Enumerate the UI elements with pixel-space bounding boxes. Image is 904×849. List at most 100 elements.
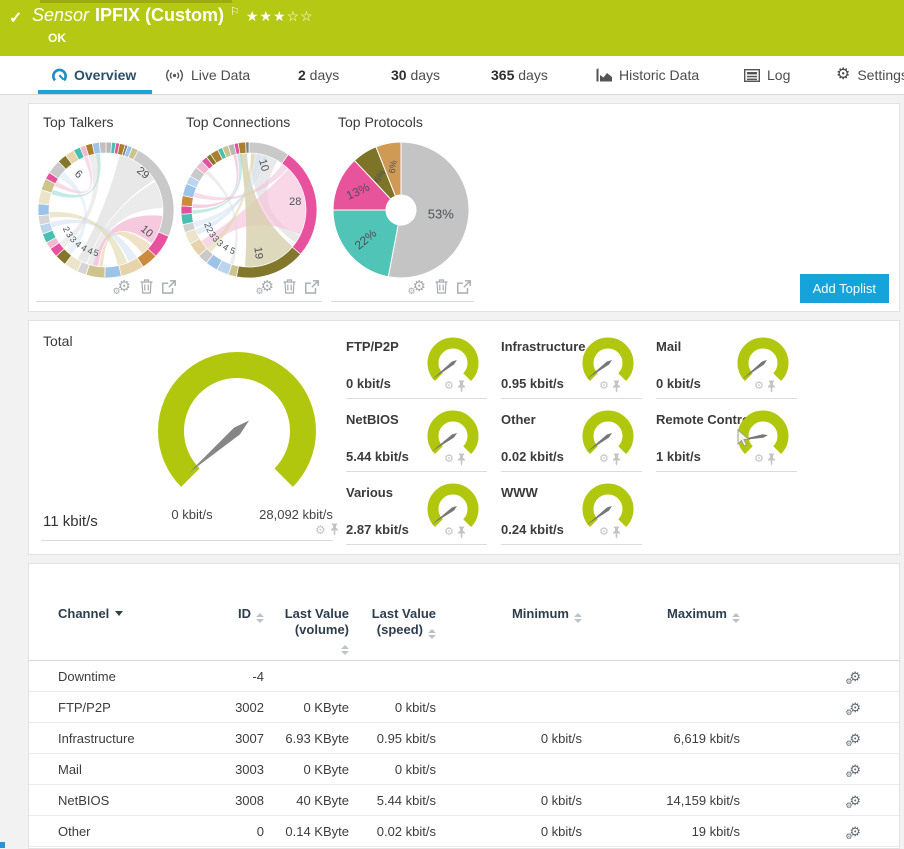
gauge-pin-icon[interactable] — [457, 526, 466, 539]
channel-gauge-tile-other: Other 0.02 kbit/s ⚙ — [501, 406, 642, 472]
gauge-settings-icon[interactable]: ⚙ — [444, 381, 454, 392]
tab-label: Settings — [857, 67, 904, 83]
tab-log[interactable]: Log — [744, 56, 790, 94]
channel-gauge-actions: ⚙ — [754, 380, 776, 393]
gauge-icon — [52, 68, 67, 82]
toplist-settings-icon[interactable]: ⚙ ⚙ — [256, 279, 274, 296]
channel-name: FTP/P2P — [346, 339, 399, 354]
gauge-pin-icon[interactable] — [457, 380, 466, 393]
channel-name: Other — [501, 412, 536, 427]
column-header-minimum[interactable]: Minimum — [436, 606, 582, 660]
gauge-pin-icon[interactable] — [330, 523, 339, 536]
gauge-pin-icon[interactable] — [612, 380, 621, 393]
svg-text:19: 19 — [251, 246, 264, 260]
toplist-tile-top-connections: Top Connections 10 28 19 5 4 3 3 3 2 2 ⚙ ⚙ — [179, 114, 322, 302]
tab-label: Overview — [74, 67, 137, 83]
open-external-icon[interactable] — [162, 279, 176, 294]
log-icon — [744, 68, 760, 82]
gauge-settings-icon[interactable]: ⚙ — [444, 454, 454, 465]
channel-gauge-tile-remote-control: Remote Control 1 kbit/s ⚙ — [656, 406, 797, 472]
toplist-actions: ⚙ ⚙ — [408, 279, 471, 296]
cell-id: 3007 — [235, 730, 264, 746]
tab-settings[interactable]: ⚙ Settings — [836, 56, 904, 94]
gauge-settings-icon[interactable]: ⚙ — [754, 454, 764, 465]
tab-live-data[interactable]: Live Data — [165, 56, 250, 94]
priority-stars[interactable]: ★★★☆☆ — [246, 8, 314, 25]
trash-icon[interactable] — [435, 279, 448, 294]
tab-days-2[interactable]: 2 days — [298, 56, 339, 94]
add-toplist-button[interactable]: Add Toplist — [799, 274, 889, 303]
tab-label: 30 days — [391, 67, 441, 83]
gauge-settings-icon[interactable]: ⚙ — [599, 381, 609, 392]
gauge-settings-icon[interactable]: ⚙ — [444, 527, 454, 538]
channel-settings-icon[interactable]: ⚙ ⚙ — [845, 669, 861, 686]
cell-minimum: 0 kbit/s — [540, 792, 582, 808]
toplist-settings-icon[interactable]: ⚙ ⚙ — [408, 279, 426, 296]
open-external-icon[interactable] — [457, 279, 471, 294]
column-header-last-value-speed-[interactable]: Last Value (speed) — [349, 606, 436, 660]
column-header-channel[interactable]: Channel — [58, 606, 208, 660]
channel-gauge-actions: ⚙ — [754, 453, 776, 466]
gauge-pin-icon[interactable] — [457, 453, 466, 466]
channel-gauge-actions: ⚙ — [444, 380, 466, 393]
gauge-pin-icon[interactable] — [767, 380, 776, 393]
channel-gauge-tile-mail: Mail 0 kbit/s ⚙ — [656, 333, 797, 399]
tab-historic-data[interactable]: Historic Data — [596, 56, 699, 94]
channels-table-panel: Channel ID Last Value (volume) Last Value (sp… — [28, 563, 900, 849]
total-gauge-value: 11 kbit/s — [43, 513, 98, 530]
open-external-icon[interactable] — [305, 279, 319, 294]
column-header-last-value-volume-[interactable]: Last Value (volume) — [264, 606, 349, 660]
channel-value: 0.95 kbit/s — [501, 376, 564, 391]
top-protocols-chart[interactable]: 53%22%13%6%6% — [331, 140, 471, 280]
cell-maximum: 14,159 kbit/s — [666, 792, 740, 808]
gauge-pin-icon[interactable] — [612, 453, 621, 466]
cell-minimum: 0 kbit/s — [540, 823, 582, 839]
gauge-settings-icon[interactable]: ⚙ — [315, 524, 326, 536]
gauge-pin-icon[interactable] — [612, 526, 621, 539]
trash-icon[interactable] — [140, 279, 153, 294]
cell-channel: Downtime — [58, 668, 116, 684]
channel-settings-icon[interactable]: ⚙ ⚙ — [845, 793, 861, 810]
column-header-id[interactable]: ID — [208, 606, 264, 660]
channel-gauge-actions: ⚙ — [444, 526, 466, 539]
cell-last-value-volume: 0 KByte — [303, 761, 349, 777]
toplist-actions: ⚙ ⚙ — [113, 279, 176, 296]
channel-value: 2.87 kbit/s — [346, 522, 409, 537]
channel-gauge-tile-ftp-p2p: FTP/P2P 0 kbit/s ⚙ — [346, 333, 487, 399]
tab-days-30[interactable]: 30 days — [391, 56, 440, 94]
gauge-settings-icon[interactable]: ⚙ — [599, 454, 609, 465]
cell-channel: NetBIOS — [58, 792, 110, 808]
gauge-settings-icon[interactable]: ⚙ — [599, 527, 609, 538]
column-header-maximum[interactable]: Maximum — [582, 606, 740, 660]
sensor-header: ✓ Sensor IPFIX (Custom) ⚐ ★★★☆☆ OK — [0, 0, 904, 56]
gauge-pin-icon[interactable] — [767, 453, 776, 466]
trash-icon[interactable] — [283, 279, 296, 294]
toplist-title: Top Talkers — [43, 114, 114, 130]
top-talkers-chart[interactable]: 6 29105444332 — [36, 140, 176, 280]
top-connections-chart[interactable]: 1028195433322 — [179, 140, 319, 280]
channel-settings-icon[interactable]: ⚙ ⚙ — [845, 762, 861, 779]
tab-days-365[interactable]: 365 days — [491, 56, 548, 94]
toplist-settings-icon[interactable]: ⚙ ⚙ — [113, 279, 131, 296]
cell-last-value-speed: 0.95 kbit/s — [376, 730, 436, 746]
status-ok-check-icon: ✓ — [9, 10, 23, 27]
channel-settings-icon[interactable]: ⚙ ⚙ — [845, 824, 861, 841]
cell-last-value-volume: 40 KByte — [296, 792, 349, 808]
channel-gauge-actions: ⚙ — [599, 380, 621, 393]
toplist-title: Top Protocols — [338, 114, 423, 130]
cell-channel: Infrastructure — [58, 730, 135, 746]
cell-minimum: 0 kbit/s — [540, 730, 582, 746]
status-badge: OK — [48, 31, 66, 45]
flag-icon[interactable]: ⚐ — [230, 5, 240, 18]
channel-gauge-tile-netbios: NetBIOS 5.44 kbit/s ⚙ — [346, 406, 487, 472]
table-row-other: Other 0 0.14 KByte 0.02 kbit/s 0 kbit/s … — [29, 816, 899, 847]
channel-settings-icon[interactable]: ⚙ ⚙ — [845, 700, 861, 717]
cell-id: 3002 — [235, 699, 264, 715]
tab-label: Live Data — [191, 67, 251, 83]
channel-settings-icon[interactable]: ⚙ ⚙ — [845, 731, 861, 748]
gauge-max-label: 28,092 kbit/s — [259, 507, 333, 522]
toplist-tile-top-protocols: Top Protocols 53% 22% 13% 6% 6% ⚙ ⚙ — [331, 114, 474, 302]
channel-value: 0 kbit/s — [656, 376, 701, 391]
gauge-settings-icon[interactable]: ⚙ — [754, 381, 764, 392]
tab-overview[interactable]: Overview — [37, 56, 153, 94]
